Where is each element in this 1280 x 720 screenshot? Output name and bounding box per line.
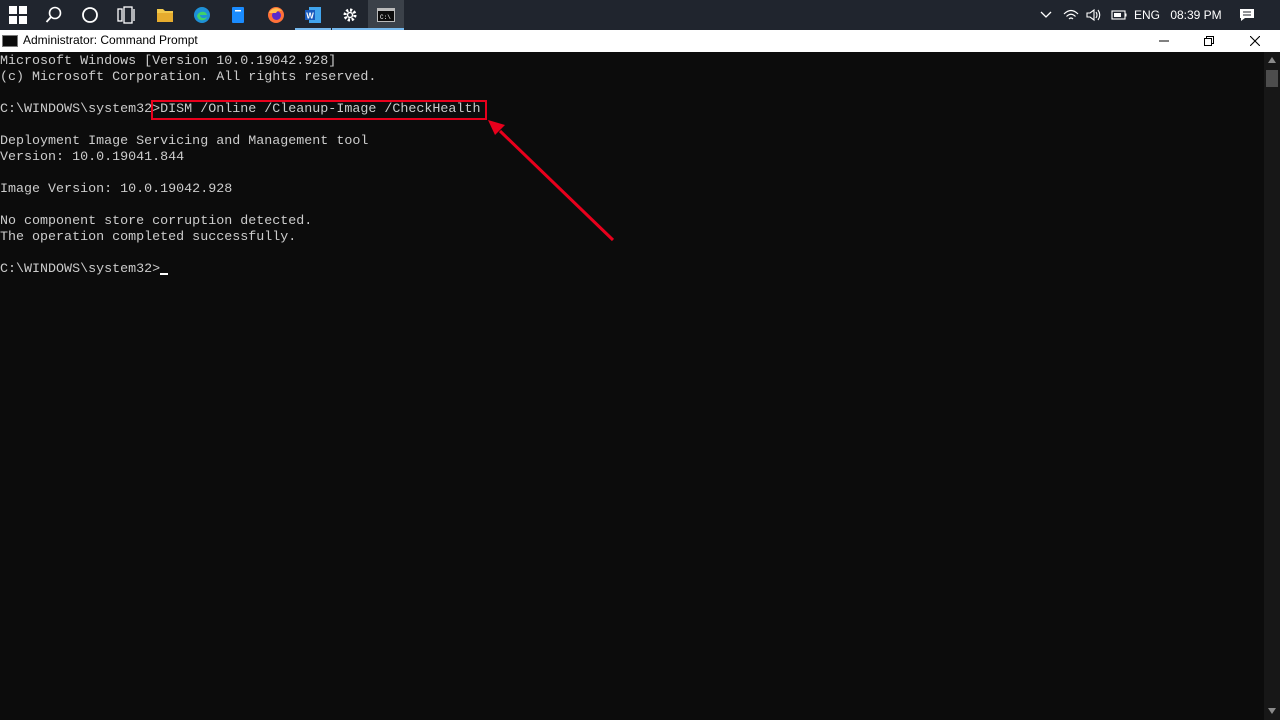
console-line: (c) Microsoft Corporation. All rights re… — [0, 70, 377, 85]
restore-button[interactable] — [1186, 30, 1232, 52]
firefox-icon[interactable] — [258, 0, 294, 30]
command-prompt-icon — [2, 35, 18, 47]
store-icon[interactable] — [220, 0, 256, 30]
chevron-up-icon[interactable] — [1036, 0, 1056, 30]
scroll-down-icon[interactable] — [1268, 708, 1276, 714]
text-cursor — [160, 273, 168, 275]
console-line: No component store corruption detected. — [0, 214, 313, 229]
console-output[interactable] — [0, 52, 1264, 720]
cortana-icon[interactable] — [72, 0, 108, 30]
console-line: The operation completed successfully. — [0, 230, 297, 245]
notifications-icon[interactable] — [1234, 0, 1260, 30]
language-indicator[interactable]: ENG — [1132, 0, 1162, 30]
command-prompt-icon[interactable]: C:\ — [368, 0, 404, 30]
search-icon[interactable] — [36, 0, 72, 30]
edge-icon[interactable] — [184, 0, 220, 30]
prompt-line: C:\WINDOWS\system32> — [0, 262, 161, 277]
console-line: Version: 10.0.19041.844 — [0, 150, 185, 165]
taskbar: W C:\ ENG 08:39 PM — [0, 0, 1280, 30]
console-line: Image Version: 10.0.19042.928 — [0, 182, 233, 197]
console-line: Microsoft Windows [Version 10.0.19042.92… — [0, 54, 337, 69]
windows-start-icon[interactable] — [0, 0, 36, 30]
file-explorer-icon[interactable] — [147, 0, 183, 30]
svg-text:C:\: C:\ — [380, 14, 391, 21]
clock[interactable]: 08:39 PM — [1166, 0, 1226, 30]
minimize-button[interactable] — [1141, 30, 1187, 52]
close-button[interactable] — [1232, 30, 1278, 52]
window-title: Administrator: Command Prompt — [23, 33, 198, 47]
window-title-bar[interactable]: Administrator: Command Prompt — [0, 30, 1280, 52]
console-line: Deployment Image Servicing and Managemen… — [0, 134, 369, 149]
vertical-scrollbar[interactable] — [1264, 52, 1280, 720]
battery-icon[interactable] — [1108, 0, 1130, 30]
scroll-up-icon[interactable] — [1268, 57, 1276, 63]
word-icon[interactable]: W — [295, 0, 331, 30]
command-highlight-box — [151, 100, 487, 120]
volume-icon[interactable] — [1084, 0, 1104, 30]
settings-icon[interactable] — [332, 0, 368, 30]
scrollbar-thumb[interactable] — [1266, 70, 1278, 87]
svg-text:W: W — [306, 12, 314, 21]
task-view-icon[interactable] — [108, 0, 144, 30]
wifi-icon[interactable] — [1060, 0, 1082, 30]
